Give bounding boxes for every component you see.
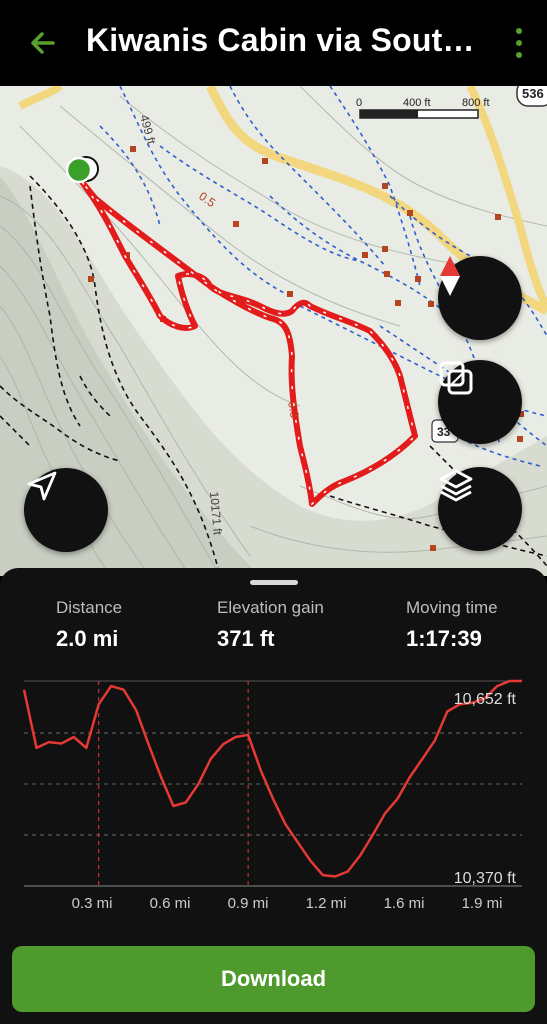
x-tick-label: 1.6 mi: [384, 895, 425, 912]
compass-button[interactable]: [438, 256, 522, 340]
overlay-icon: [439, 361, 473, 395]
svg-text:0: 0: [356, 97, 362, 109]
layers-icon: [439, 469, 473, 502]
scale-bar: 0 400 ft 800 ft: [356, 97, 490, 119]
map-view[interactable]: 0 400 ft 800 ft 536 33 499 ft 0.5 0.3 10…: [0, 86, 547, 576]
route-badge: 536: [516, 86, 547, 107]
download-button[interactable]: Download: [12, 946, 535, 1012]
svg-text:536: 536: [522, 86, 544, 101]
page-title: Kiwanis Cabin via South...: [86, 22, 486, 58]
app-header: Kiwanis Cabin via South...: [0, 0, 547, 86]
elevation-gain-stat: Elevation gain 371 ft: [217, 598, 324, 651]
start-marker: [65, 156, 93, 184]
back-button[interactable]: [26, 26, 60, 60]
x-tick-label: 1.9 mi: [462, 895, 503, 912]
compass-icon: [440, 256, 460, 296]
svg-text:800 ft: 800 ft: [462, 97, 490, 109]
distance-stat: Distance 2.0 mi: [56, 598, 123, 651]
moving-time-stat: Moving time 1:17:39: [406, 598, 498, 651]
y-min-label: 10,370 ft: [454, 870, 517, 887]
x-tick-label: 0.9 mi: [228, 895, 269, 912]
elevation-profile-chart[interactable]: 10,652 ft 10,370 ft 0.3 mi 0.6 mi 0.9 mi 1.…: [0, 676, 547, 926]
y-max-label: 10,652 ft: [454, 691, 517, 708]
layer-overlay-button[interactable]: [438, 360, 522, 444]
navigation-arrow-icon: [27, 471, 57, 501]
map-label: 0.3: [285, 400, 302, 419]
drag-handle[interactable]: [250, 580, 298, 585]
arrow-left-icon: [31, 32, 55, 54]
map-layers-button[interactable]: [438, 467, 522, 551]
locate-me-button[interactable]: [24, 468, 108, 552]
svg-text:400 ft: 400 ft: [403, 97, 431, 109]
x-tick-label: 1.2 mi: [306, 895, 347, 912]
x-tick-label: 0.6 mi: [150, 895, 191, 912]
map-label: 0.5: [196, 189, 218, 210]
more-options-icon[interactable]: [513, 28, 525, 58]
x-tick-label: 0.3 mi: [72, 895, 113, 912]
